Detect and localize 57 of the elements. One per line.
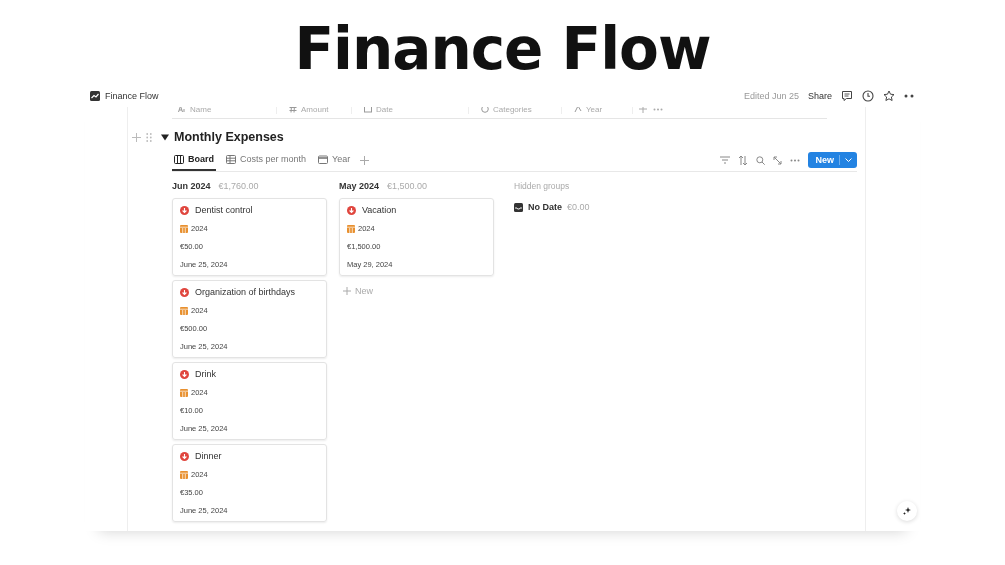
calendar-icon xyxy=(180,388,188,397)
add-icon[interactable] xyxy=(132,132,141,142)
down-arrow-circle-icon xyxy=(180,205,189,215)
calendar-icon xyxy=(347,224,355,233)
group-title: May 2024 xyxy=(339,181,380,191)
group-total: €0.00 xyxy=(567,202,590,212)
property-icon xyxy=(178,105,186,113)
group-title[interactable]: No Date xyxy=(528,202,562,212)
card-title: Dentist control xyxy=(195,205,253,215)
drag-handle-icon[interactable] xyxy=(146,132,152,142)
card-title: Organization of birthdays xyxy=(195,287,296,297)
group-title: Jun 2024 xyxy=(172,181,211,191)
add-icon[interactable] xyxy=(639,105,647,113)
comment-icon[interactable] xyxy=(841,90,853,102)
table-icon xyxy=(226,154,236,164)
edited-label: Edited Jun 25 xyxy=(743,91,799,101)
chart-icon xyxy=(90,91,100,101)
down-arrow-circle-icon xyxy=(180,369,189,379)
calendar-icon xyxy=(318,154,329,164)
hidden-groups-label: Hidden groups xyxy=(514,180,571,193)
property-icon xyxy=(364,105,372,113)
sort-icon[interactable] xyxy=(738,155,749,165)
sparkle-icon xyxy=(902,506,912,516)
ai-assistant-button[interactable] xyxy=(897,501,917,521)
chevron-down-icon[interactable] xyxy=(845,157,852,163)
toggle-icon[interactable] xyxy=(161,133,169,141)
card-title: Dinner xyxy=(195,451,222,461)
more-icon[interactable] xyxy=(904,94,914,98)
card-title: Drink xyxy=(195,369,216,379)
add-icon[interactable] xyxy=(360,155,370,165)
down-arrow-circle-icon xyxy=(180,451,189,461)
property-icon xyxy=(481,105,489,113)
view-tab[interactable]: Board xyxy=(172,149,216,171)
group-total: €1,500.00 xyxy=(387,181,428,191)
expand-icon[interactable] xyxy=(773,155,783,165)
star-icon[interactable] xyxy=(883,90,895,102)
page-title: Finance Flow xyxy=(294,14,711,85)
new-button[interactable]: New xyxy=(808,152,857,168)
card-title: Vacation xyxy=(362,205,397,215)
property-icon xyxy=(289,105,297,113)
group-total: €1,760.00 xyxy=(218,181,259,191)
section-title: Monthly Expenses xyxy=(174,130,284,144)
columns-icon xyxy=(174,154,184,164)
down-arrow-circle-icon xyxy=(180,287,189,297)
breadcrumb-title[interactable]: Finance Flow xyxy=(105,91,159,101)
calendar-icon xyxy=(180,470,188,479)
inbox-icon xyxy=(514,202,523,212)
add-icon[interactable] xyxy=(343,287,351,295)
property-icon xyxy=(574,105,582,113)
share-button[interactable]: Share xyxy=(807,91,832,101)
view-tab[interactable]: Year xyxy=(316,149,353,171)
down-arrow-circle-icon xyxy=(347,205,356,215)
clock-icon[interactable] xyxy=(862,90,874,102)
view-tab[interactable]: Costs per month xyxy=(224,149,309,171)
search-icon[interactable] xyxy=(756,155,766,165)
calendar-icon xyxy=(180,306,188,315)
calendar-icon xyxy=(180,224,188,233)
